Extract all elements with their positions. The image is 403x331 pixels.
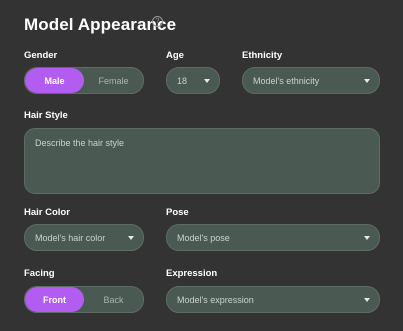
- hair-color-placeholder: Model's hair color: [35, 232, 106, 243]
- gender-option-male[interactable]: Male: [25, 68, 84, 93]
- model-appearance-panel: Model Appearance ? Gender Male Female Ag…: [0, 0, 403, 331]
- pose-select[interactable]: Model's pose: [166, 224, 380, 251]
- chevron-down-icon: [204, 78, 210, 83]
- gender-option-female[interactable]: Female: [84, 68, 143, 93]
- ethnicity-placeholder: Model's ethnicity: [253, 75, 320, 86]
- facing-option-front[interactable]: Front: [25, 287, 84, 312]
- gender-label: Gender: [24, 50, 58, 61]
- chevron-down-icon: [364, 78, 370, 83]
- hair-color-select[interactable]: Model's hair color: [24, 224, 144, 251]
- ethnicity-label: Ethnicity: [242, 50, 283, 61]
- chevron-down-icon: [128, 235, 134, 240]
- facing-label: Facing: [24, 268, 55, 279]
- expression-placeholder: Model's expression: [177, 294, 254, 305]
- age-label: Age: [166, 50, 184, 61]
- expression-select[interactable]: Model's expression: [166, 286, 380, 313]
- pose-placeholder: Model's pose: [177, 232, 230, 243]
- hair-style-placeholder: Describe the hair style: [35, 138, 125, 148]
- info-icon[interactable]: ?: [152, 16, 163, 27]
- expression-label: Expression: [166, 268, 218, 279]
- gender-toggle: Male Female: [24, 67, 144, 94]
- age-select[interactable]: 18: [166, 67, 220, 94]
- hair-style-textarea[interactable]: Describe the hair style: [24, 128, 380, 194]
- facing-toggle: Front Back: [24, 286, 144, 313]
- facing-option-back[interactable]: Back: [84, 287, 143, 312]
- chevron-down-icon: [364, 297, 370, 302]
- ethnicity-select[interactable]: Model's ethnicity: [242, 67, 380, 94]
- chevron-down-icon: [364, 235, 370, 240]
- hair-color-label: Hair Color: [24, 207, 70, 218]
- age-value: 18: [177, 75, 188, 86]
- pose-label: Pose: [166, 207, 189, 218]
- hair-style-label: Hair Style: [24, 110, 68, 121]
